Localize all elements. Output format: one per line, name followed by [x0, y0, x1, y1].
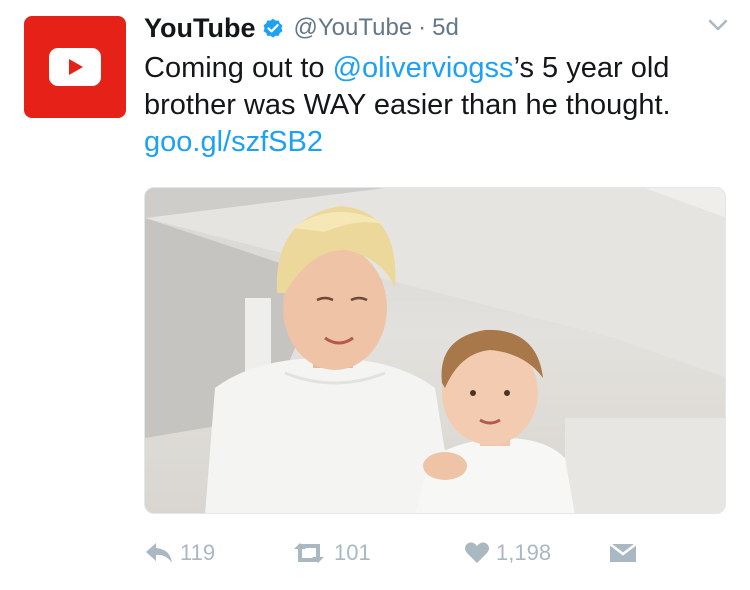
envelope-icon: [608, 541, 638, 565]
youtube-play-icon: [49, 48, 101, 86]
like-button[interactable]: 1,198: [464, 535, 551, 571]
tweet-header: YouTube @YouTube · 5d: [144, 10, 459, 46]
tweet-text-line-2: brother was WAY easier than he thought.: [144, 89, 671, 121]
like-count: 1,198: [496, 540, 552, 565]
retweet-count: 101: [334, 540, 371, 565]
youtube-avatar[interactable]: [24, 16, 126, 118]
verified-badge-icon: [262, 17, 284, 39]
reply-count: 119: [180, 540, 216, 565]
text-prefix: Coming out to: [144, 52, 333, 84]
text-suffix: ’s 5 year old: [513, 52, 670, 84]
chevron-down-icon[interactable]: [708, 18, 728, 32]
tweet-text-line-1: Coming out to @oliverviogss’s 5 year old: [144, 50, 734, 87]
direct-message-button[interactable]: [608, 535, 638, 571]
heart-icon: [464, 541, 490, 565]
tweet-media-image[interactable]: [144, 187, 726, 514]
reply-button[interactable]: 119: [144, 535, 215, 571]
retweet-button[interactable]: 101: [290, 535, 371, 571]
user-handle[interactable]: @YouTube: [293, 14, 412, 42]
separator-dot: ·: [418, 14, 427, 41]
mention-link[interactable]: @oliverviogss: [333, 52, 514, 84]
tweet-actions: 119 101 1,198: [144, 535, 664, 571]
tweet-text: Coming out to @oliverviogss’s 5 year old…: [144, 50, 734, 161]
display-name[interactable]: YouTube: [144, 13, 255, 44]
url-link[interactable]: goo.gl/szfSB2: [144, 124, 734, 161]
reply-icon: [144, 541, 174, 565]
retweet-icon: [290, 541, 328, 565]
tweet-timestamp[interactable]: 5d: [432, 14, 459, 42]
